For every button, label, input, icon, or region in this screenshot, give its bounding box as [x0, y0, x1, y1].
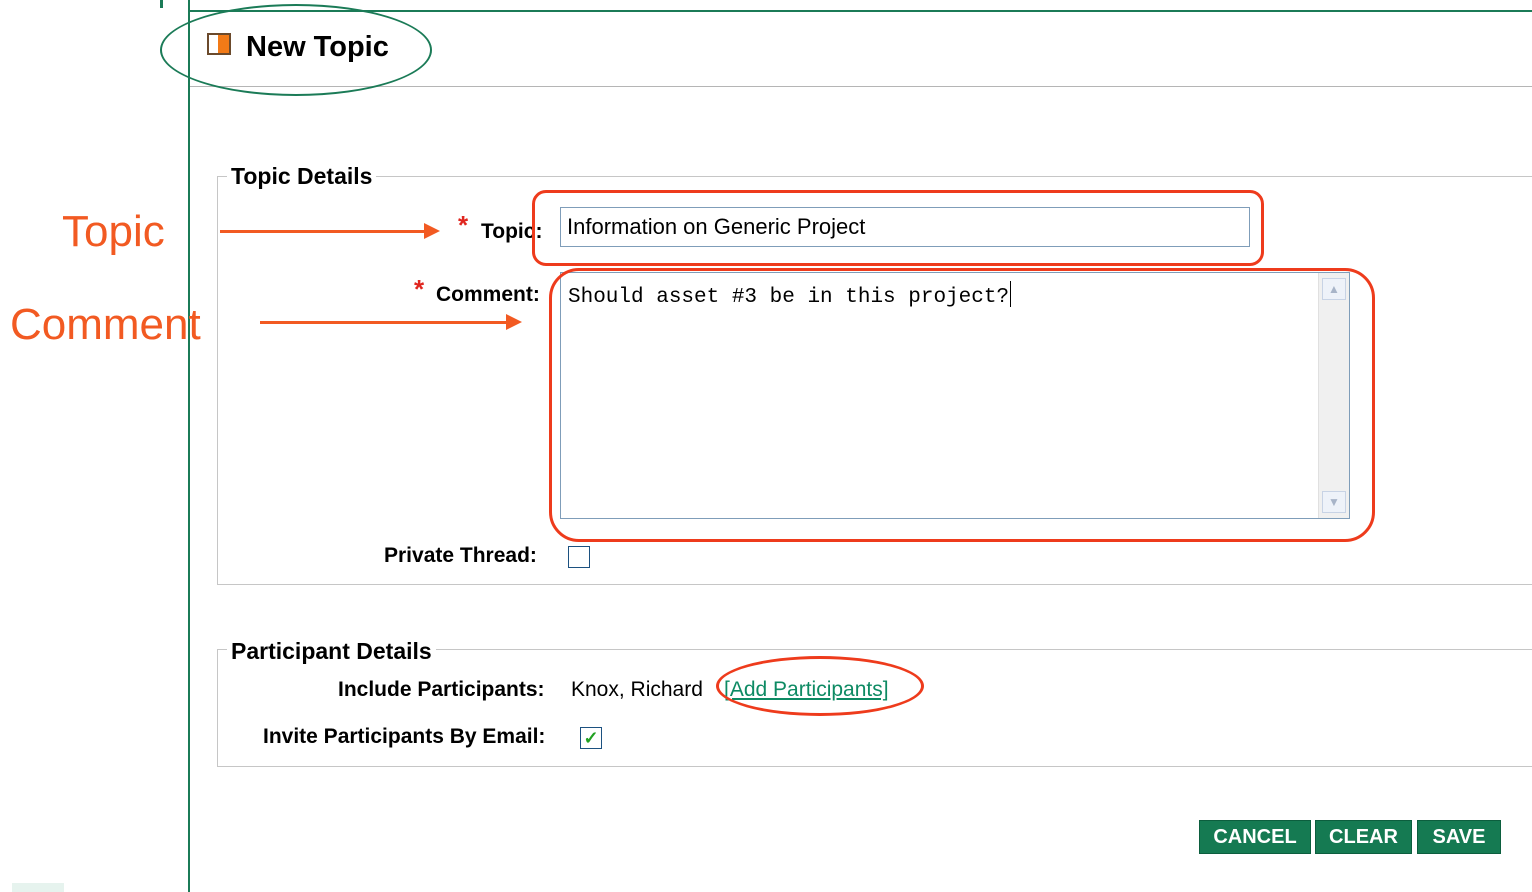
topic-callout-arrow-line: [220, 230, 426, 233]
clear-button[interactable]: CLEAR: [1315, 820, 1412, 854]
save-button[interactable]: SAVE: [1417, 820, 1501, 854]
topic-field-highlight: [532, 190, 1264, 266]
title-highlight-ellipse: [160, 4, 432, 96]
include-participants-label: Include Participants:: [338, 678, 545, 701]
comment-callout-arrow-line: [260, 321, 508, 324]
topic-callout-arrowhead-icon: [424, 223, 440, 239]
frame-left-border: [188, 0, 190, 892]
topic-details-legend: Topic Details: [227, 163, 377, 189]
private-thread-label: Private Thread:: [384, 544, 537, 567]
topic-callout-label: Topic: [62, 207, 165, 256]
cancel-button[interactable]: CANCEL: [1199, 820, 1311, 854]
participant-details-legend: Participant Details: [227, 638, 436, 664]
comment-label: Comment:: [436, 283, 540, 306]
topic-required-marker: *: [458, 210, 469, 240]
add-participants-highlight-ellipse: [716, 656, 924, 716]
checkmark-icon: ✓: [583, 728, 599, 748]
frame-tick: [160, 0, 163, 8]
included-participant-name: Knox, Richard: [571, 678, 703, 701]
invite-by-email-label: Invite Participants By Email:: [263, 725, 546, 748]
private-thread-checkbox[interactable]: [568, 546, 590, 568]
header-divider: [190, 86, 1532, 87]
invite-by-email-checkbox[interactable]: ✓: [580, 727, 602, 749]
comment-field-highlight: [549, 268, 1375, 542]
comment-required-marker: *: [414, 274, 425, 304]
comment-callout-arrowhead-icon: [506, 314, 522, 330]
corner-decoration: [12, 883, 64, 892]
frame-top-border: [188, 10, 1532, 12]
comment-callout-label: Comment: [10, 300, 201, 349]
